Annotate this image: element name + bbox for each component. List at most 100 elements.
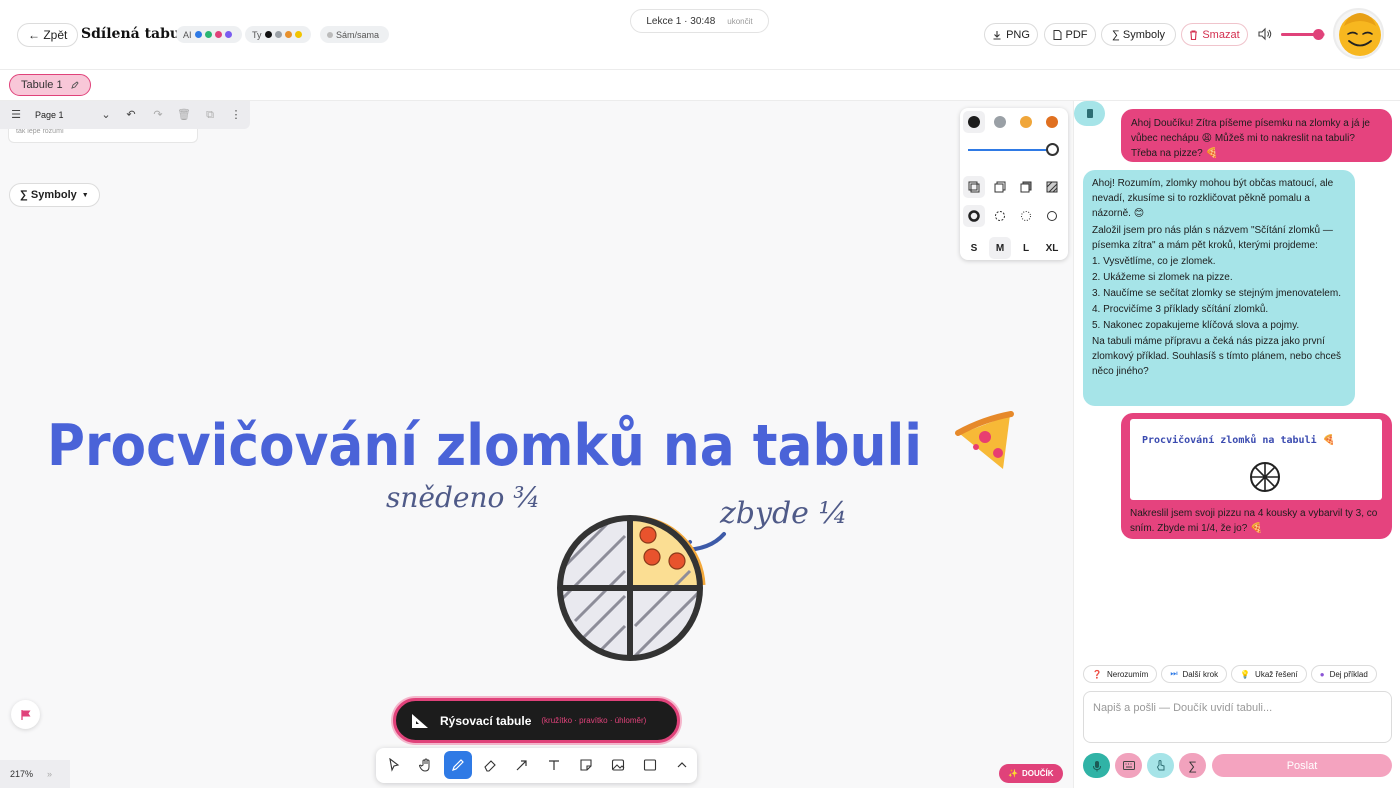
mode-dot [327, 31, 333, 38]
chat-input-placeholder: Napiš a pošli — Doučík uvidí tabuli... [1093, 702, 1273, 714]
send-button[interactable]: Poslat [1212, 754, 1392, 777]
size-l-button[interactable]: L [1015, 237, 1037, 259]
size-s-button[interactable]: S [963, 237, 985, 259]
chat-input[interactable]: Napiš a pošli — Doučík uvidí tabuli... [1083, 691, 1392, 743]
plan-step: 4. Procvičíme 3 příklady sčítání zlomků. [1092, 304, 1269, 315]
message-text: Nakreslil jsem svoji pizzu na 4 kousky a… [1130, 508, 1378, 534]
plan-step: 5. Nakonec zopakujeme klíčová slova a po… [1092, 320, 1300, 331]
color-dot [264, 31, 272, 38]
tool-note[interactable] [572, 751, 600, 779]
tool-more[interactable] [668, 751, 696, 779]
rectangle-icon [643, 759, 657, 771]
user-message: Ahoj Doučíku! Zítra píšeme písemku na zl… [1121, 109, 1392, 162]
color-swatch-black[interactable] [963, 111, 985, 133]
drafting-sublabel: (kružítko · pravítko · úhloměr) [541, 716, 647, 725]
volume-slider[interactable] [1281, 29, 1325, 40]
ai-colors-chip[interactable]: AI [176, 26, 242, 43]
keyboard-button[interactable] [1115, 753, 1142, 778]
board-snapshot[interactable]: Procvičování zlomků na tabuli 🍕 [1130, 419, 1382, 500]
size-xl-button[interactable]: XL [1041, 237, 1063, 259]
volume-knob[interactable] [1313, 29, 1325, 40]
you-colors-chip[interactable]: Ty [245, 26, 311, 43]
volume-icon[interactable] [1258, 27, 1272, 41]
remaining-label: zbyde ¼ [719, 496, 848, 531]
doucik-badge[interactable]: ✨ DOUČÍK [999, 764, 1063, 783]
color-dot [284, 31, 292, 38]
hint-button[interactable] [1147, 753, 1174, 778]
you-label: Ty [252, 29, 262, 40]
quick-reply-example[interactable]: ● Dej příklad [1310, 665, 1377, 683]
tab-bar: Tabule 1 [0, 70, 1400, 101]
chevron-right-icon[interactable]: » [47, 769, 52, 779]
delete-button[interactable]: Smazat [1181, 23, 1248, 46]
fill-semi-icon[interactable] [989, 176, 1011, 198]
sparkle-icon: ✨ [1008, 769, 1018, 778]
export-pdf-button[interactable]: PDF [1044, 23, 1096, 46]
send-label: Poslat [1286, 759, 1318, 772]
quick-reply-confused[interactable]: ❓ Nerozumím [1083, 665, 1158, 683]
ai-message: Ahoj! Rozumím, zlomky mohou být občas ma… [1083, 170, 1355, 406]
message-plan: Založil jsem pro nás plán s názvem "Sčít… [1092, 225, 1333, 251]
png-label: PNG [1006, 28, 1030, 41]
tool-eraser[interactable] [476, 751, 504, 779]
symbols-button[interactable]: ∑ Symboly [1101, 23, 1176, 46]
tab-board-1[interactable]: Tabule 1 [9, 74, 91, 96]
opacity-slider[interactable] [968, 149, 1052, 151]
tab-label: Tabule 1 [21, 79, 63, 91]
quick-reply-show-solution[interactable]: 💡 Ukaž řešení [1231, 665, 1307, 683]
dash-draw-icon[interactable] [963, 205, 985, 227]
dash-solid-icon[interactable] [1041, 205, 1063, 227]
session-timer: Lekce 1 · 30:48 ukončit [630, 9, 769, 33]
drafting-board-button[interactable]: Rýsovací tabule (kružítko · pravítko · ú… [393, 698, 680, 743]
cursor-icon [1086, 109, 1093, 118]
color-swatch-gray[interactable] [989, 111, 1011, 133]
ai-label: AI [183, 29, 192, 40]
zoom-control[interactable]: 217% » [0, 760, 70, 788]
quick-reply-next-step[interactable]: ⏭ Další krok [1161, 665, 1228, 683]
microphone-button[interactable] [1083, 753, 1110, 778]
color-dot [204, 31, 212, 38]
whiteboard-canvas[interactable]: tak lépe rozumí ☰ Page 1 ⌄ ↶ ↷ 🗑 ⧉ ⋮ ∑ S… [0, 101, 1073, 788]
size-m-button[interactable]: M [989, 237, 1011, 259]
cursor-icon [389, 758, 400, 772]
pdf-label: PDF [1065, 28, 1088, 41]
dash-dotted-icon[interactable] [1015, 205, 1037, 227]
tool-draw[interactable] [444, 751, 472, 779]
pizza-drawing [557, 515, 706, 661]
dash-dashed-icon[interactable] [989, 205, 1011, 227]
back-button[interactable]: ← Zpět [17, 23, 79, 47]
fill-pattern-icon[interactable] [1041, 176, 1063, 198]
delete-label: Smazat [1202, 28, 1240, 41]
math-symbols-button[interactable]: ∑ [1179, 753, 1206, 778]
end-session-link[interactable]: ukončit [727, 17, 752, 26]
tool-rectangle[interactable] [636, 751, 664, 779]
fill-none-icon[interactable] [963, 176, 985, 198]
document-icon [1053, 29, 1061, 40]
drafting-label: Rýsovací tabule [440, 713, 532, 728]
plan-step: 1. Vysvětlíme, co je zlomek. [1092, 256, 1216, 267]
opacity-knob[interactable] [1046, 143, 1059, 156]
drawing-layer: Procvičování zlomků na tabuli snědeno ¾ … [47, 411, 1014, 661]
tool-arrow[interactable] [508, 751, 536, 779]
tool-select[interactable] [380, 751, 408, 779]
hand-icon [419, 758, 430, 772]
report-button[interactable] [11, 700, 40, 729]
tool-image[interactable] [604, 751, 632, 779]
avatar[interactable] [1333, 8, 1384, 59]
message-text: Ahoj Doučíku! Zítra píšeme písemku na zl… [1131, 118, 1370, 159]
snapshot-title: Procvičování zlomků na tabuli 🍕 [1142, 435, 1336, 446]
mode-toggle[interactable]: Sám/sama [320, 26, 389, 43]
image-icon [611, 759, 625, 771]
fill-solid-icon[interactable] [1015, 176, 1037, 198]
user-message-with-snapshot: Procvičování zlomků na tabuli 🍕 Nakresli… [1121, 413, 1392, 539]
color-swatch-dark-orange[interactable] [1041, 111, 1063, 133]
export-png-button[interactable]: PNG [984, 23, 1038, 46]
quick-reply-label: Nerozumím [1106, 669, 1149, 679]
smiley-avatar-icon [1339, 13, 1381, 56]
edit-icon[interactable] [70, 81, 79, 89]
color-swatch-orange[interactable] [1015, 111, 1037, 133]
top-bar: ← Zpět Sdílená tabule AI Ty Sám/sama Lek… [0, 0, 1400, 70]
tool-hand[interactable] [412, 751, 440, 779]
tool-text[interactable] [540, 751, 568, 779]
arrow-icon [516, 760, 527, 771]
